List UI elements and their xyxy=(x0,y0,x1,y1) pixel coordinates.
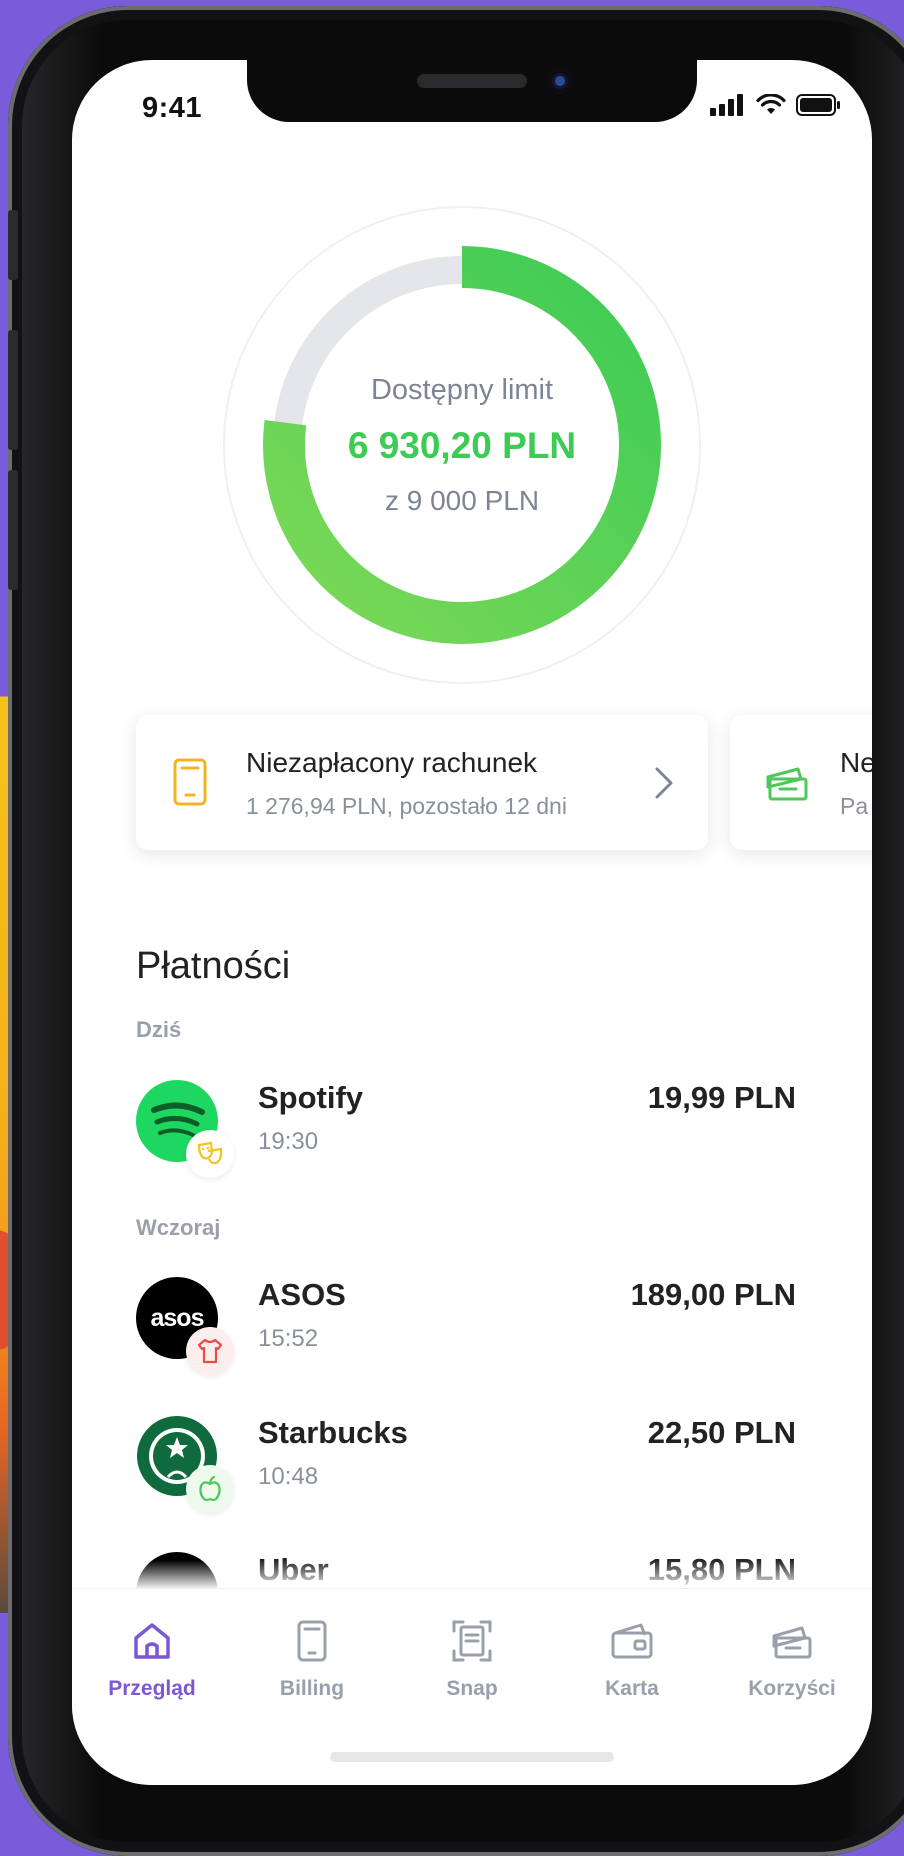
limit-label: Dostępny limit xyxy=(370,373,554,406)
payment-name: ASOS xyxy=(258,1277,346,1312)
tab-overview[interactable]: Przegląd xyxy=(72,1619,232,1701)
tab-label: Przegląd xyxy=(108,1677,196,1700)
group-label-today: Dziś xyxy=(136,1017,182,1042)
tab-snap[interactable]: Snap xyxy=(392,1619,552,1701)
theatre-masks-icon xyxy=(186,1130,234,1178)
scan-icon xyxy=(452,1620,492,1662)
speaker-grille xyxy=(417,74,527,88)
tab-label: Korzyści xyxy=(748,1677,836,1700)
volume-down-button xyxy=(8,470,18,590)
tab-billing[interactable]: Billing xyxy=(232,1619,392,1701)
status-time: 9:41 xyxy=(142,92,203,124)
notch xyxy=(247,60,697,122)
payment-time: 19:30 xyxy=(258,1128,319,1155)
svg-text:asos: asos xyxy=(151,1304,204,1332)
card-subtitle: Pa xyxy=(840,793,869,819)
wifi-icon xyxy=(756,94,786,114)
tab-label: Karta xyxy=(605,1677,659,1700)
tab-label: Snap xyxy=(446,1677,498,1700)
tab-card[interactable]: Karta xyxy=(552,1619,712,1701)
payment-row-starbucks[interactable]: Starbucks 10:48 22,50 PLN xyxy=(136,1415,796,1525)
limit-ring: Dostępny limit 6 930,20 PLN z 9 000 PLN xyxy=(222,205,702,685)
payment-amount: 189,00 PLN xyxy=(630,1277,796,1312)
tab-benefits[interactable]: Korzyści xyxy=(712,1619,872,1701)
ticket-icon xyxy=(772,1626,812,1659)
phone-icon xyxy=(297,1620,327,1662)
payment-amount: 19,99 PLN xyxy=(647,1080,796,1115)
payment-name: Spotify xyxy=(258,1080,364,1115)
group-label-yesterday: Wczoraj xyxy=(136,1215,221,1240)
apple-icon xyxy=(186,1465,234,1513)
chevron-right-icon xyxy=(655,767,673,799)
limit-amount: 6 930,20 PLN xyxy=(347,424,577,466)
card-icon xyxy=(611,1623,653,1659)
alert-cards: Niezapłacony rachunek 1 276,94 PLN, pozo… xyxy=(136,715,872,855)
status-icons xyxy=(710,94,842,116)
home-icon xyxy=(134,1623,170,1659)
signal-icon xyxy=(710,94,743,116)
payment-time: 15:52 xyxy=(258,1325,319,1352)
bill-icon xyxy=(173,758,207,806)
payment-row-asos[interactable]: asos ASOS 15:52 189,00 PLN xyxy=(136,1277,796,1387)
mute-switch xyxy=(8,210,18,280)
ticket-icon xyxy=(766,767,808,801)
battery-icon xyxy=(796,94,840,116)
front-camera xyxy=(547,68,573,94)
home-indicator[interactable] xyxy=(330,1752,614,1762)
unpaid-bill-card[interactable]: Niezapłacony rachunek 1 276,94 PLN, pozo… xyxy=(136,715,708,850)
payment-time: 10:48 xyxy=(258,1463,319,1490)
payment-name: Starbucks xyxy=(258,1415,408,1450)
tshirt-icon xyxy=(186,1327,234,1375)
card-title: Ne xyxy=(840,747,872,778)
app-screen: 9:41 Dostępny limit 6 930,20 PLN z 9 000… xyxy=(72,60,872,1785)
tab-label: Billing xyxy=(279,1677,345,1700)
volume-up-button xyxy=(8,330,18,450)
card-subtitle: 1 276,94 PLN, pozostało 12 dni xyxy=(246,793,567,819)
payments-title: Płatności xyxy=(136,945,291,987)
benefits-card[interactable]: Ne Pa xyxy=(730,715,872,850)
limit-total: z 9 000 PLN xyxy=(384,484,540,516)
card-title: Niezapłacony rachunek xyxy=(246,747,538,778)
payment-row-spotify[interactable]: Spotify 19:30 19,99 PLN xyxy=(136,1080,796,1190)
payment-amount: 22,50 PLN xyxy=(647,1415,796,1450)
